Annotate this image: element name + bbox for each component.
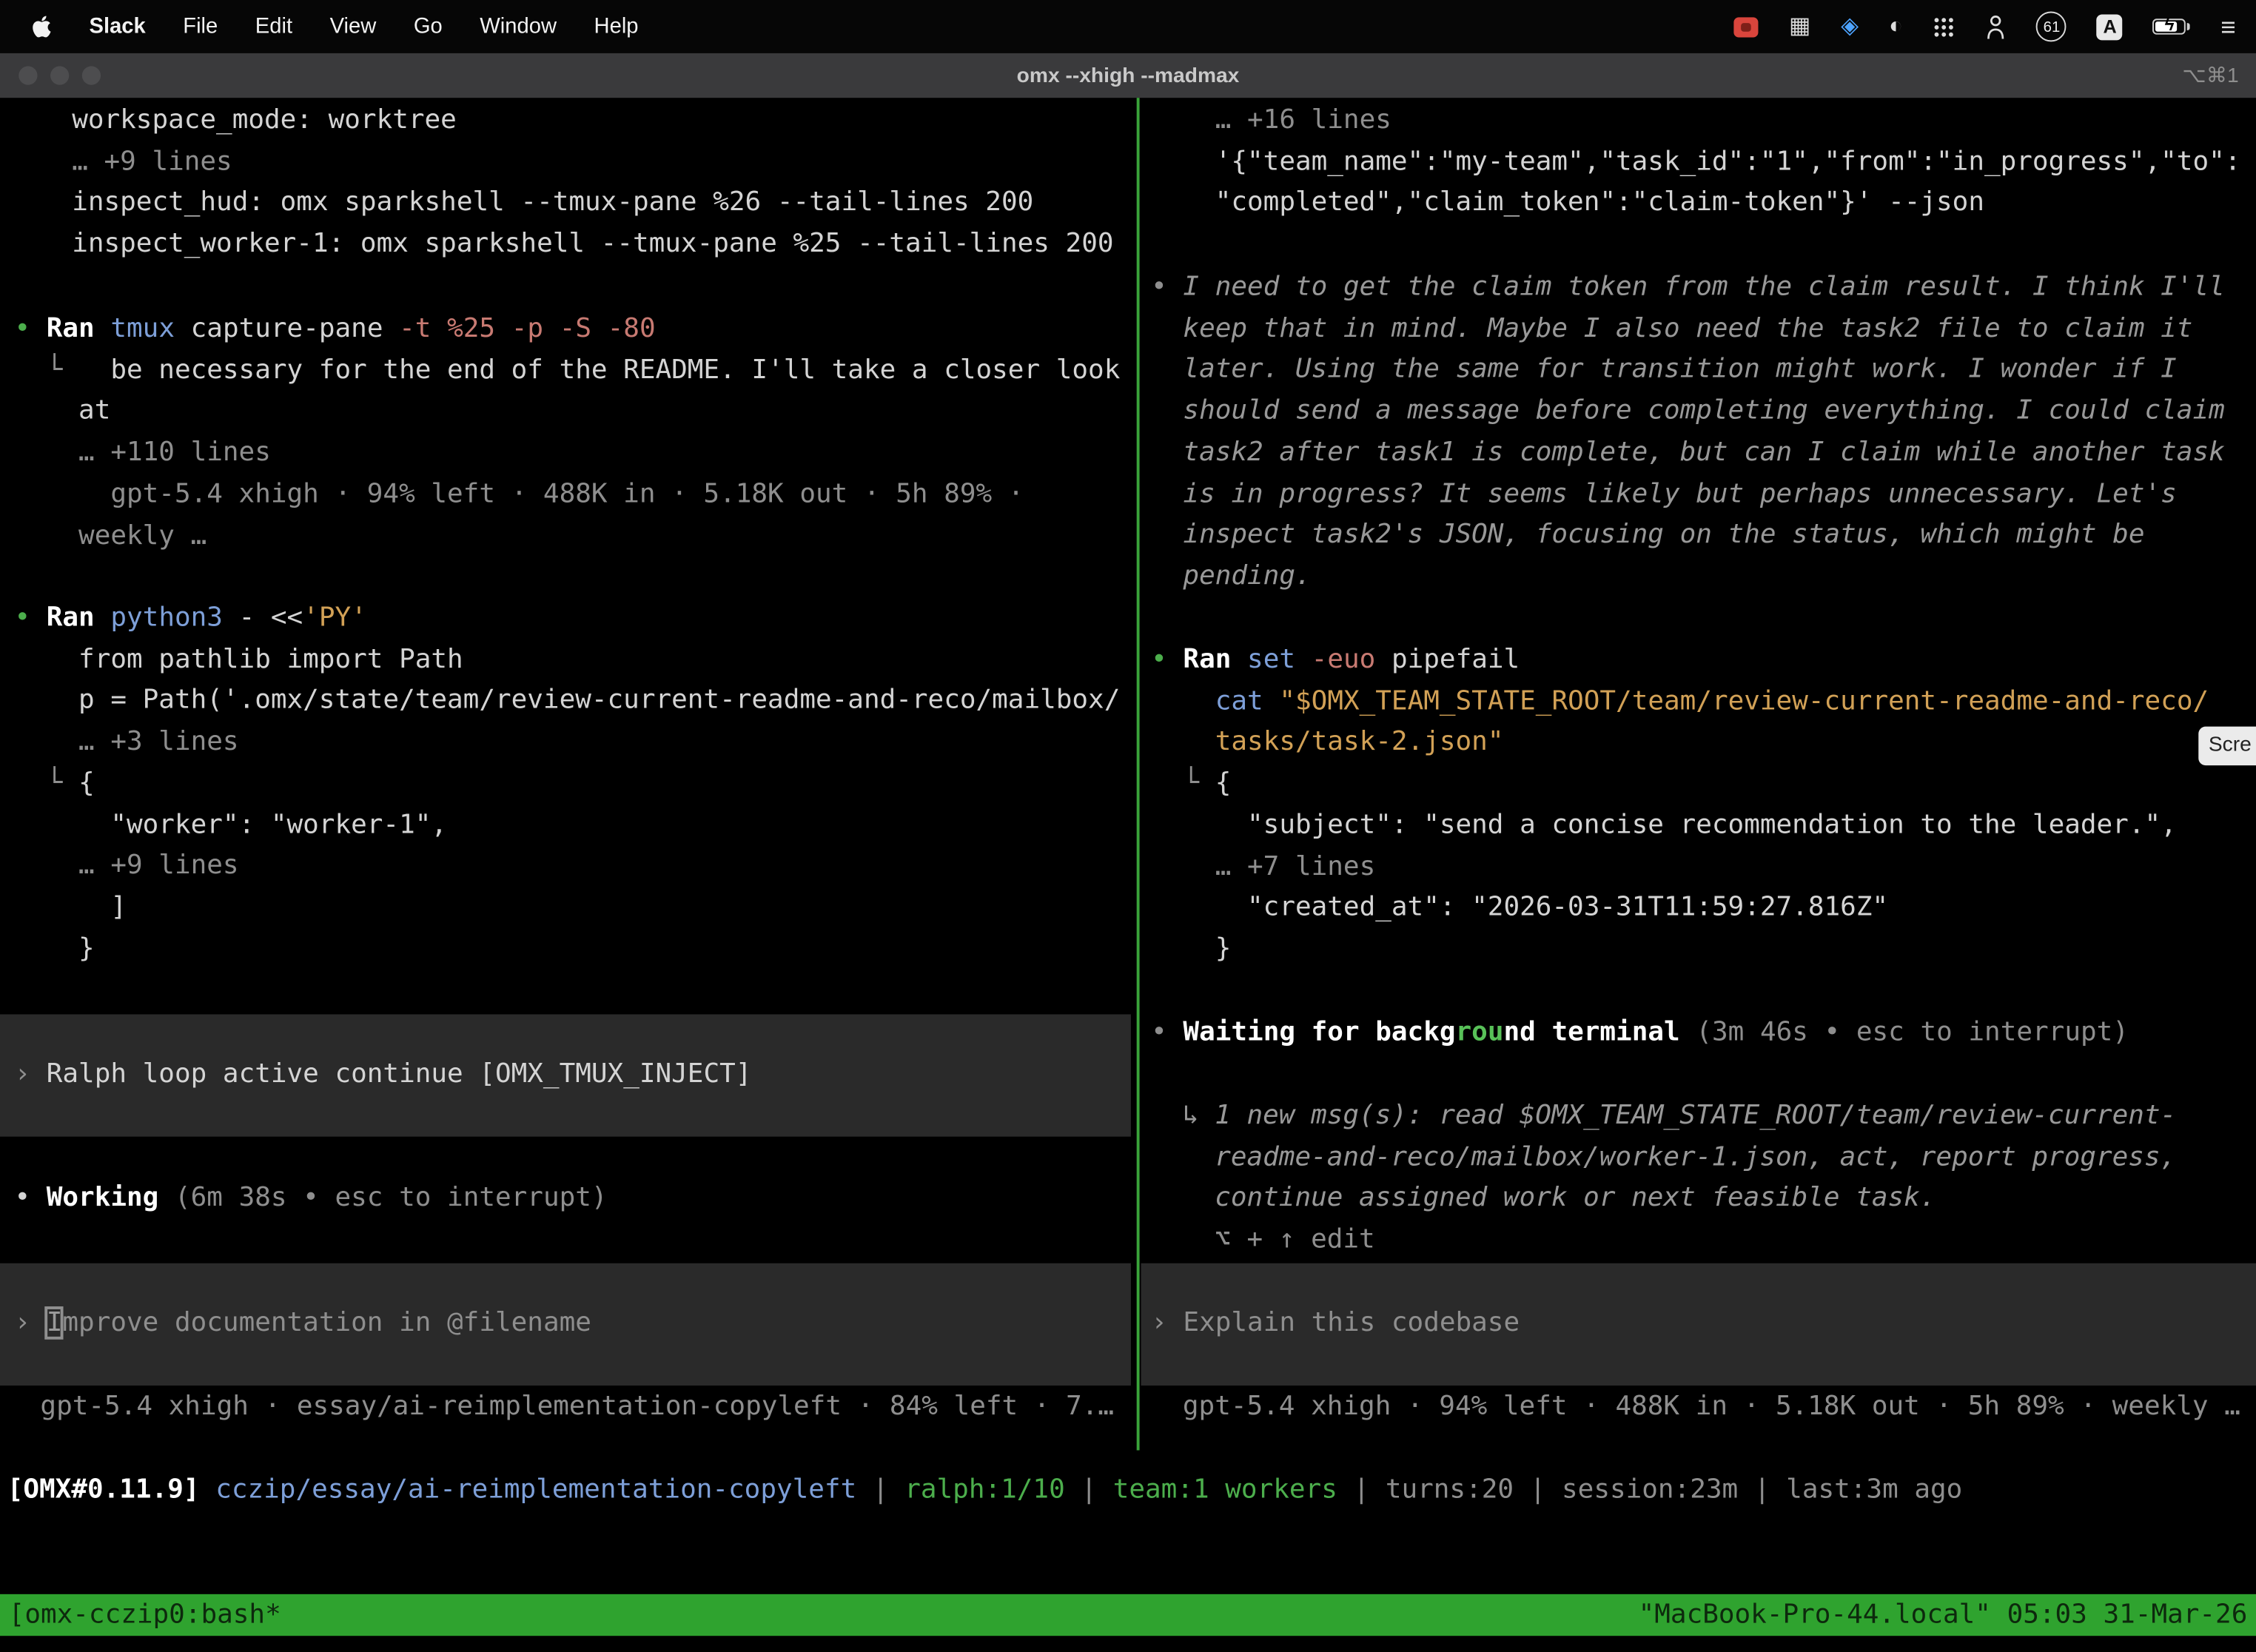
menu-bar-left: Slack File Edit View Go Window Help	[0, 14, 639, 38]
terminal-line: • Ran set -euo pipefail	[1151, 640, 2209, 682]
terminal-line: … +7 lines	[1151, 847, 2209, 888]
menu-bar-status-icons: ▦ ◈ ◐ 61 A ϟ ≡	[1734, 12, 2256, 42]
terminal-line: pending.	[1151, 557, 2225, 598]
window-grid-icon[interactable]: ▦	[1789, 15, 1810, 38]
right-thinking-block: • I need to get the claim token from the…	[1151, 268, 2225, 598]
terminal-line: }	[1151, 930, 2209, 971]
right-prompt-input[interactable]: › Explain this codebase	[1141, 1263, 2256, 1386]
terminal-line: keep that in mind. Maybe I also need the…	[1151, 309, 2225, 350]
menu-item-file[interactable]: File	[183, 14, 218, 38]
tmux-session-window[interactable]: [omx-cczip0:bash*	[9, 1600, 281, 1631]
terminal-line: • Waiting for background terminal (3m 46…	[1151, 1013, 2129, 1055]
input-source-icon[interactable]: A	[2097, 13, 2123, 39]
window-shortcut-hint: ⌥⌘1	[2182, 64, 2238, 87]
terminal-line: workspace_mode: worktree	[72, 101, 1113, 142]
right-model-status-line: gpt-5.4 xhigh · 94% left · 488K in · 5.1…	[1183, 1387, 2240, 1428]
person-icon[interactable]	[1987, 13, 2007, 39]
waiting-status-line: • Waiting for background terminal (3m 46…	[1151, 1013, 2129, 1055]
terminal-line: • Ran python3 - <<'PY'	[14, 599, 1120, 640]
terminal-line: "subject": "send a concise recommendatio…	[1151, 805, 2209, 847]
terminal-line: p = Path('.omx/state/team/review-current…	[14, 681, 1120, 722]
ralph-inject-banner[interactable]: › Ralph loop active continue [OMX_TMUX_I…	[0, 1014, 1131, 1136]
window-title-bar[interactable]: omx --xhigh --madmax ⌥⌘1	[0, 53, 2256, 98]
terminal-line: … +110 lines	[14, 433, 1120, 474]
tmux-pane-divider[interactable]	[1137, 98, 1140, 1450]
tmux-status-bar: [omx-cczip0:bash* "MacBook-Pro-44.local"…	[0, 1594, 2256, 1636]
right-json-output: … +16 lines '{"team_name":"my-team","tas…	[1151, 101, 2240, 224]
terminal-line: cat "$OMX_TEAM_STATE_ROOT/team/review-cu…	[1151, 682, 2209, 723]
terminal-line: from pathlib import Path	[14, 639, 1120, 681]
menu-item-edit[interactable]: Edit	[255, 14, 292, 38]
left-ran-python-block: • Ran python3 - <<'PY' from pathlib impo…	[14, 599, 1120, 970]
terminal-line: • I need to get the claim token from the…	[1151, 268, 2225, 309]
macos-menu-bar: Slack File Edit View Go Window Help ▦ ◈ …	[0, 0, 2256, 53]
terminal-line: inspect task2's JSON, focusing on the st…	[1151, 515, 2225, 557]
terminal-line: inspect_worker-1: omx sparkshell --tmux-…	[72, 224, 1113, 266]
terminal-line: ⌥ + ↑ edit	[1183, 1220, 2176, 1262]
terminal-line: }	[14, 929, 1120, 970]
window-title: omx --xhigh --madmax	[0, 64, 2256, 87]
terminal-line: › Improve documentation in @filename	[14, 1303, 591, 1345]
menu-item-go[interactable]: Go	[414, 14, 443, 38]
mailbox-message-block: ↳ 1 new msg(s): read $OMX_TEAM_STATE_ROO…	[1183, 1096, 2176, 1261]
charging-bolt-icon: ϟ	[2165, 15, 2175, 35]
terminal-line: tasks/task-2.json"	[1151, 723, 2209, 765]
left-config-output: workspace_mode: worktree… +9 linesinspec…	[72, 101, 1113, 266]
right-ran-set-block: • Ran set -euo pipefail cat "$OMX_TEAM_S…	[1151, 640, 2209, 970]
terminal-line: inspect_hud: omx sparkshell --tmux-pane …	[72, 184, 1113, 225]
list-lines-icon[interactable]: ≡	[2220, 13, 2235, 39]
terminal-line: └ {	[1151, 764, 2209, 805]
menu-item-window[interactable]: Window	[480, 14, 557, 38]
terminal-line: at	[14, 392, 1120, 434]
left-ran-tmux-block: • Ran tmux capture-pane -t %25 -p -S -80…	[14, 309, 1120, 557]
omx-hud-status-line: [OMX#0.11.9] cczip/essay/ai-reimplementa…	[7, 1471, 1963, 1512]
terminal-line: later. Using the same for transition mig…	[1151, 350, 2225, 392]
screen-recording-indicator-icon[interactable]	[1734, 16, 1759, 36]
terminal-line: › Ralph loop active continue [OMX_TMUX_I…	[14, 1055, 751, 1096]
screen-share-tooltip: Scre	[2198, 727, 2256, 765]
terminal-line: "created_at": "2026-03-31T11:59:27.816Z"	[1151, 888, 2209, 930]
terminal-line: '{"team_name":"my-team","task_id":"1","f…	[1151, 142, 2240, 184]
apple-menu-icon[interactable]	[32, 14, 52, 38]
terminal-line: › Explain this codebase	[1151, 1303, 1520, 1345]
terminal-line: … +9 lines	[14, 846, 1120, 887]
terminal-line: should send a message before completing …	[1151, 392, 2225, 433]
terminal-line: gpt-5.4 xhigh · 94% left · 488K in · 5.1…	[1183, 1387, 2240, 1428]
terminal-line: gpt-5.4 xhigh · 94% left · 488K in · 5.1…	[14, 474, 1120, 516]
count-badge-icon[interactable]: 61	[2037, 12, 2067, 42]
left-prompt-input[interactable]: › Improve documentation in @filename	[0, 1263, 1131, 1386]
terminal-line: … +9 lines	[72, 142, 1113, 184]
terminal-line: "worker": "worker-1",	[14, 805, 1120, 847]
terminal-line: "completed","claim_token":"claim-token"}…	[1151, 184, 2240, 225]
terminal-line: is in progress? It seems likely but perh…	[1151, 474, 2225, 516]
terminal-line: ]	[14, 887, 1120, 929]
battery-icon[interactable]: ϟ	[2153, 19, 2191, 35]
terminal-line: • Ran tmux capture-pane -t %25 -p -S -80	[14, 309, 1120, 351]
menu-item-view[interactable]: View	[330, 14, 377, 38]
terminal-line: … +3 lines	[14, 722, 1120, 764]
terminal-line: ↳ 1 new msg(s): read $OMX_TEAM_STATE_ROO…	[1183, 1096, 2176, 1138]
apps-grid-icon[interactable]	[1933, 15, 1956, 38]
menu-item-help[interactable]: Help	[594, 14, 639, 38]
working-status-line: • Working (6m 38s • esc to interrupt)	[14, 1178, 607, 1220]
terminal-line: weekly …	[14, 516, 1120, 557]
terminal-line: gpt-5.4 xhigh · essay/ai-reimplementatio…	[40, 1387, 1114, 1428]
spark-app-icon[interactable]: ◈	[1841, 15, 1859, 38]
terminal-line: continue assigned work or next feasible …	[1183, 1179, 2176, 1220]
circle-app-icon[interactable]: ◐	[1889, 15, 1903, 38]
left-model-status-line: gpt-5.4 xhigh · essay/ai-reimplementatio…	[40, 1387, 1114, 1428]
terminal-line: readme-and-reco/mailbox/worker-1.json, a…	[1183, 1138, 2176, 1179]
menu-app-name[interactable]: Slack	[90, 14, 146, 38]
terminal-line: [OMX#0.11.9] cczip/essay/ai-reimplementa…	[7, 1471, 1963, 1512]
terminal-line: • Working (6m 38s • esc to interrupt)	[14, 1178, 607, 1220]
terminal-line: task2 after task1 is complete, but can I…	[1151, 433, 2225, 474]
tmux-host-clock: "MacBook-Pro-44.local" 05:03 31-Mar-26	[1639, 1600, 2248, 1631]
screen: Slack File Edit View Go Window Help ▦ ◈ …	[0, 0, 2256, 1652]
terminal-line: └ be necessary for the end of the README…	[14, 351, 1120, 392]
terminal-line: └ {	[14, 764, 1120, 805]
terminal-line: … +16 lines	[1151, 101, 2240, 142]
